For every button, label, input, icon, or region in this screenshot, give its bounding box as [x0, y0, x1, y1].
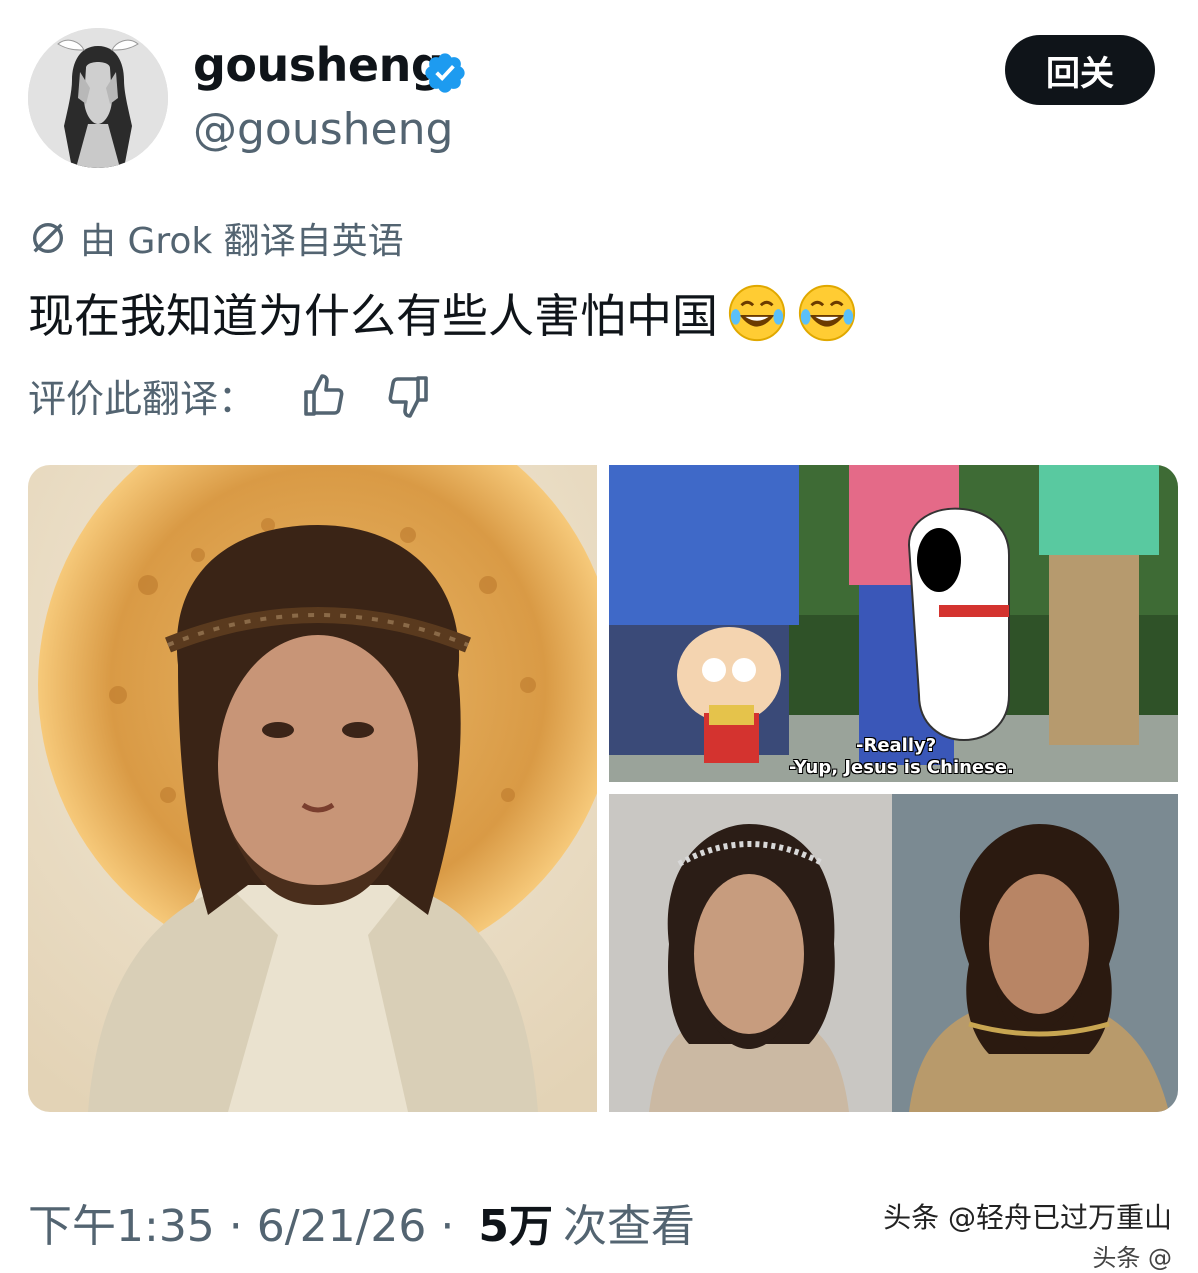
- tweet-text: 现在我知道为什么有些人害怕中国: [28, 280, 858, 346]
- translation-note-text: 由 Grok 翻译自英语: [80, 221, 404, 262]
- media-image-1[interactable]: [28, 465, 597, 1112]
- tweet-text-body: 现在我知道为什么有些人害怕中国: [28, 289, 718, 343]
- tweet-date[interactable]: 6/21/26: [257, 1201, 427, 1252]
- rate-translation-label: 评价此翻译：: [28, 377, 257, 421]
- tweet-meta: 下午1:35 · 6/21/26 · 5万 次查看: [28, 1190, 695, 1254]
- translate-icon: [33, 223, 63, 253]
- meta-separator: ·: [426, 1201, 469, 1252]
- laughing-tears-emoji-icon: [798, 284, 856, 342]
- media-image-3[interactable]: [609, 794, 1178, 1112]
- watermark: 头条 @轻舟已过万重山: [883, 1201, 1172, 1234]
- verified-badge-icon: [425, 53, 465, 93]
- tweet-time[interactable]: 下午1:35: [28, 1190, 215, 1254]
- meta-separator: ·: [214, 1201, 257, 1252]
- watermark-secondary: 头条 @: [1092, 1244, 1172, 1272]
- rate-translation-row: 评价此翻译：: [28, 368, 432, 423]
- view-count-label: 次查看: [563, 1201, 695, 1252]
- follow-back-button[interactable]: 回关: [1005, 35, 1155, 105]
- avatar[interactable]: [28, 28, 168, 168]
- media-image-2[interactable]: -Really? -Yup, Jesus is Chinese.: [609, 465, 1178, 782]
- media-caption-line-2: -Yup, Jesus is Chinese.: [789, 757, 1014, 778]
- display-name[interactable]: gousheng: [193, 38, 444, 92]
- thumbs-up-icon[interactable]: [300, 372, 348, 420]
- translation-note: 由 Grok 翻译自英语: [28, 212, 404, 264]
- thumbs-down-icon[interactable]: [384, 372, 432, 420]
- media-grid: -Really? -Yup, Jesus is Chinese.: [28, 465, 1178, 1112]
- laughing-tears-emoji-icon: [728, 284, 786, 342]
- user-handle[interactable]: @gousheng: [193, 104, 453, 155]
- media-caption-line-1: -Really?: [856, 735, 937, 756]
- view-count: 5万: [478, 1201, 553, 1252]
